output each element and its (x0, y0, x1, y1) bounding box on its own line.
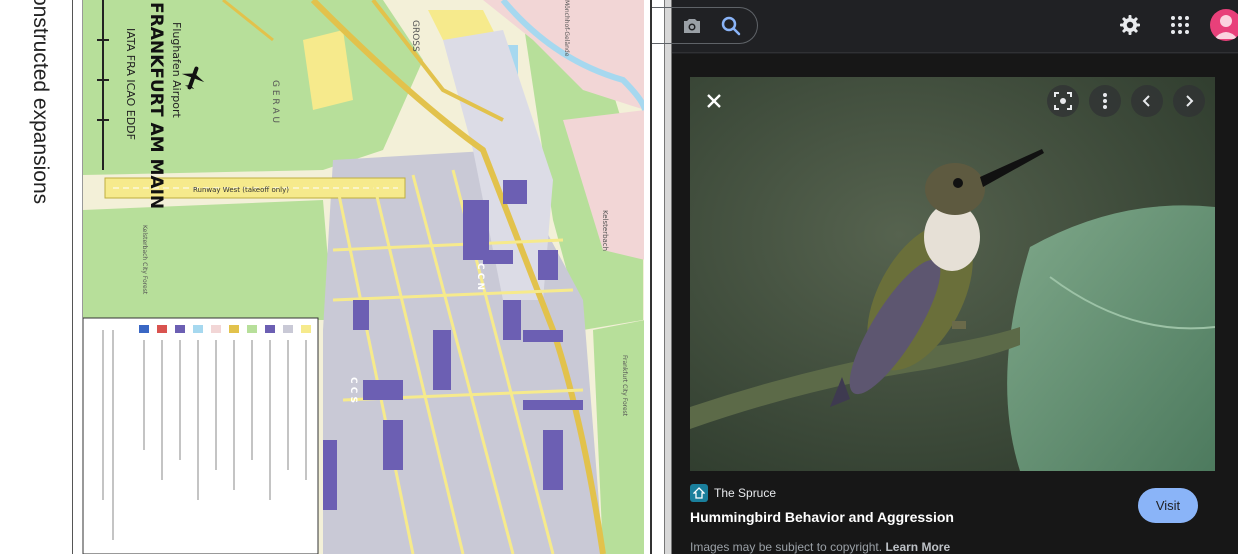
person-icon (1214, 15, 1238, 39)
google-lens-icon (1054, 92, 1072, 110)
map-label-moenchhof: Mönchhof-Gelände (563, 0, 570, 57)
google-lens-button[interactable] (1047, 85, 1079, 117)
more-options-button[interactable] (1089, 85, 1121, 117)
result-title-link[interactable]: Hummingbird Behavior and Aggression (690, 509, 954, 525)
source-name: The Spruce (714, 486, 777, 500)
map-header-small: Flughafen Airport (170, 22, 183, 118)
document-page-edge (650, 0, 652, 554)
search-icon[interactable] (719, 14, 743, 38)
document-margin: onstructed expansions (0, 0, 70, 554)
gear-icon[interactable] (1118, 13, 1142, 37)
document-side-text: onstructed expansions (29, 0, 52, 205)
document-rule (72, 0, 73, 554)
runway-west-label: Runway West (takeoff only) (193, 186, 289, 194)
map-label-gross: GROSS (410, 20, 420, 52)
camera-icon[interactable] (680, 14, 704, 38)
previous-image-button[interactable] (1131, 85, 1163, 117)
next-image-button[interactable] (1173, 85, 1205, 117)
google-image-panel: The Spruce Hummingbird Behavior and Aggr… (652, 0, 1238, 554)
map-label-kelsterbach: Kelsterbach (601, 210, 609, 251)
screen: onstructed expansions Flughafen Airport … (0, 0, 1238, 554)
source-link[interactable]: The Spruce (690, 484, 776, 502)
account-avatar[interactable] (1210, 9, 1238, 41)
leaf (1007, 205, 1215, 471)
source-favicon-icon (690, 484, 708, 502)
map-header-title: FRANKFURT AM MAIN (146, 2, 166, 209)
forest-area-west (83, 200, 333, 320)
apps-grid-icon[interactable] (1168, 13, 1192, 37)
close-icon (707, 94, 721, 108)
chevron-right-icon (1186, 95, 1194, 107)
copyright-notice: Images may be subject to copyright. Lear… (690, 540, 950, 554)
map-header-codes: IATA FRA ICAO EDDF (124, 28, 137, 140)
chevron-left-icon (1142, 95, 1150, 107)
map-label-kelsterbach-forest: Kelsterbach City Forest (141, 225, 148, 295)
map-label-ccs: C C S (348, 377, 358, 403)
split-pane-divider[interactable] (664, 0, 672, 554)
map-label-city-forest: Frankfurt City Forest (621, 355, 628, 417)
visit-button[interactable]: Visit (1138, 488, 1198, 523)
hummingbird-image[interactable] (690, 77, 1215, 471)
map-label-ccn: C C N (475, 263, 485, 290)
airport-map: Flughafen Airport FRANKFURT AM MAIN IATA… (82, 0, 644, 554)
image-viewer: The Spruce Hummingbird Behavior and Aggr… (672, 54, 1238, 554)
map-legend (83, 317, 319, 554)
document-viewer[interactable]: onstructed expansions Flughafen Airport … (0, 0, 666, 554)
bird-head (925, 163, 985, 215)
airport-map-graphic: Flughafen Airport FRANKFURT AM MAIN IATA… (83, 0, 644, 554)
learn-more-link[interactable]: Learn More (885, 540, 950, 554)
bird-eye (953, 178, 963, 188)
hummingbird-photo (690, 77, 1215, 471)
google-top-bar (652, 0, 1238, 53)
map-label-gerau: G E R A U (270, 80, 280, 123)
copyright-text: Images may be subject to copyright. (690, 540, 883, 554)
close-button[interactable] (698, 85, 730, 117)
more-vert-icon (1103, 93, 1107, 109)
